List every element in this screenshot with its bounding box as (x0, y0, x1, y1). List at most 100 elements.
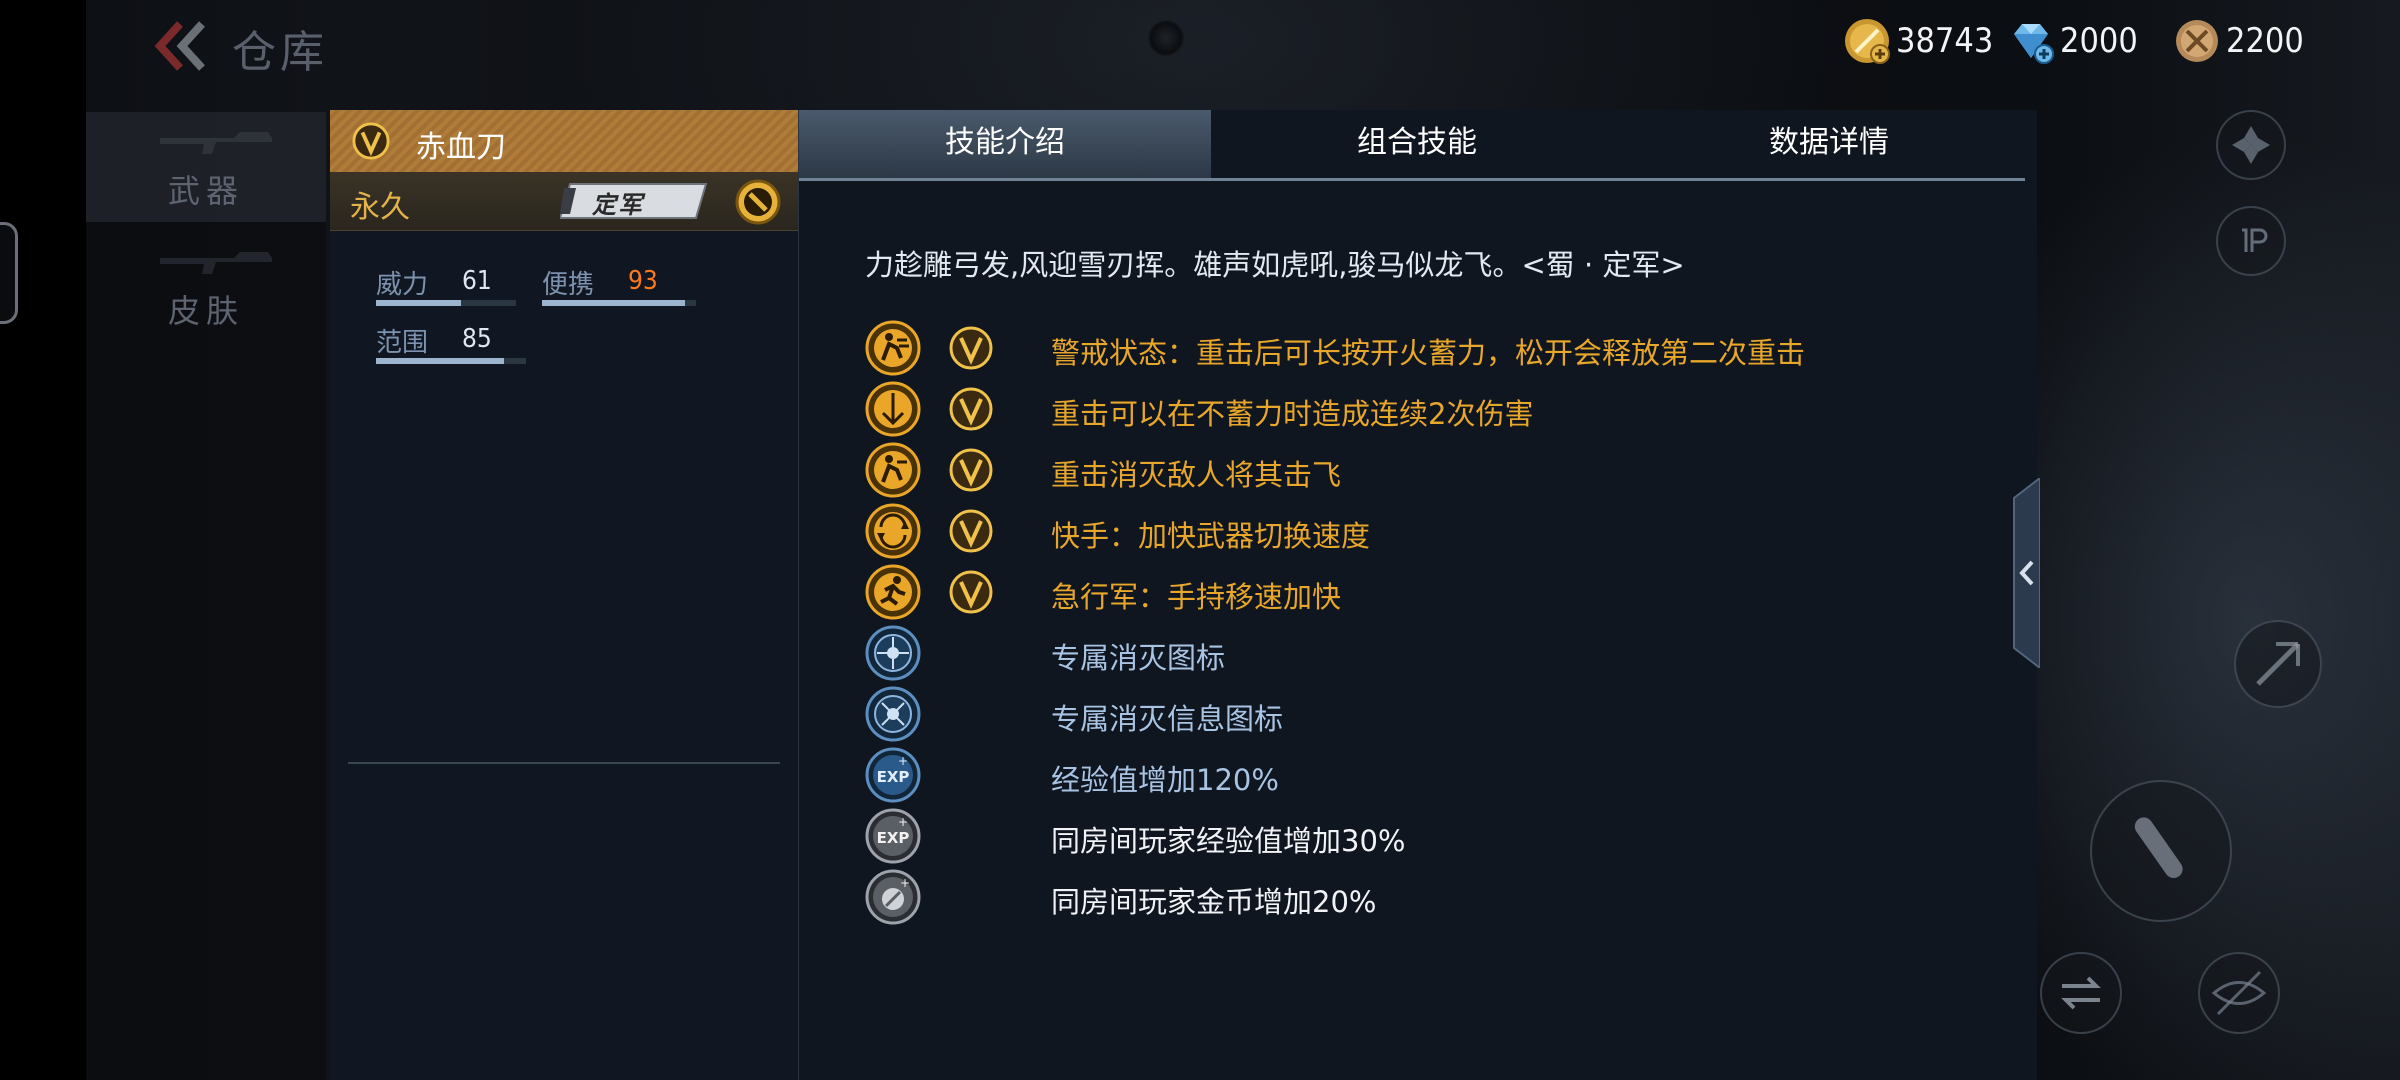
knockback-icon (865, 442, 921, 498)
tab-combo-skills[interactable]: 组合技能 (1211, 110, 1623, 178)
skill-row: 快手：加快武器切换速度 (865, 503, 1985, 559)
skill-text: 专属消灭图标 (1051, 641, 1226, 675)
heavy-strike-icon (865, 320, 921, 376)
category-nav: 武器 皮肤 (86, 112, 326, 1080)
v-rank-badge-icon (949, 509, 993, 553)
back-button[interactable] (146, 18, 226, 74)
diamond-icon (2014, 24, 2054, 64)
side-notch (0, 222, 18, 324)
bullet-icon (2134, 817, 2183, 879)
camera-cutout (1148, 20, 1184, 56)
switch-weapon-button[interactable] (2040, 952, 2122, 1034)
skill-row: + 同房间玩家金币增加20% (865, 869, 1985, 925)
gold-amount: 38743 (1896, 21, 1994, 61)
fire-button[interactable] (2090, 780, 2232, 922)
quality-medal-icon (735, 179, 781, 225)
eye-icon (2211, 970, 2267, 1016)
kill-info-icon (865, 686, 921, 742)
skill-row: 专属消灭信息图标 (865, 686, 1985, 742)
skill-text: 经验值增加120% (1051, 763, 1279, 797)
svg-text:+: + (900, 876, 910, 890)
stat-label-power: 威力 (376, 270, 429, 300)
weapon-duration: 永久 (350, 190, 410, 225)
stat-bar-portability (542, 300, 685, 306)
skill-row: EXP + 同房间玩家经验值增加30% (865, 808, 1985, 864)
stat-bar-range (376, 358, 504, 364)
v-rank-badge-icon (949, 387, 993, 431)
nav-label-weapons: 武器 (167, 172, 244, 210)
kill-icon (865, 625, 921, 681)
collapse-panel-button[interactable] (2006, 478, 2040, 668)
page-title: 仓库 (232, 27, 328, 78)
skill-row: 急行军：手持移速加快 (865, 564, 1985, 620)
weapon-description: 力趁雕弓发,风迎雪刃挥。雄声如虎吼,骏马似龙飞。<蜀 · 定军> (865, 248, 1685, 282)
skill-detail-panel: 技能介绍 组合技能 数据详情 力趁雕弓发,风迎雪刃挥。雄声如虎吼,骏马似龙飞。<… (798, 110, 2037, 1080)
crosshair-icon (2232, 126, 2270, 164)
detail-tabs: 技能介绍 组合技能 数据详情 (799, 110, 2025, 181)
panel-divider (348, 762, 780, 764)
nav-item-weapons[interactable]: 武器 (86, 112, 326, 222)
skill-row: 警戒状态：重击后可长按开火蓄力，松开会释放第二次重击 (865, 320, 1985, 376)
skin-rifle-icon (160, 252, 272, 274)
skill-text: 快手：加快武器切换速度 (1051, 519, 1371, 553)
sprint-icon (865, 564, 921, 620)
weapon-info-panel: 赤血刀 永久 定军 威力 61 便携 93 范围 85 (330, 110, 799, 1080)
v-rank-badge-icon (949, 326, 993, 370)
swap-icon (2061, 976, 2101, 1010)
skill-text: 警戒状态：重击后可长按开火蓄力，松开会释放第二次重击 (1051, 336, 1806, 370)
skill-text: 专属消灭信息图标 (1051, 702, 1284, 736)
melee-icon (2256, 642, 2300, 686)
skill-row: 重击可以在不蓄力时造成连续2次伤害 (865, 381, 1985, 437)
skill-row: 专属消灭图标 (865, 625, 1985, 681)
skill-text: 同房间玩家金币增加20% (1051, 885, 1377, 919)
skill-text: 重击可以在不蓄力时造成连续2次伤害 (1051, 397, 1534, 431)
rank-label: 定军 (592, 191, 644, 219)
skill-row: 重击消灭敌人将其击飞 (865, 442, 1985, 498)
tab-skill-intro[interactable]: 技能介绍 (799, 110, 1211, 178)
room-coin-icon: + (865, 869, 921, 925)
v-rank-badge-icon (949, 448, 993, 492)
currency-gold[interactable]: 38743 (1842, 16, 1993, 66)
stat-value-portability: 93 (628, 266, 658, 296)
svg-text:EXP: EXP (877, 768, 910, 786)
svg-text:+: + (898, 815, 908, 829)
v-rank-badge-icon (352, 122, 390, 160)
svg-text:EXP: EXP (877, 829, 910, 847)
stat-range: 范围 85 (376, 322, 536, 376)
rifle-icon (160, 132, 272, 154)
skill-text: 重击消灭敌人将其击飞 (1051, 458, 1342, 492)
exp-icon: EXP + (865, 747, 921, 803)
honor-amount: 2200 (2226, 21, 2304, 61)
gold-coin-icon (1845, 19, 1890, 64)
stat-value-range: 85 (462, 324, 492, 354)
honor-coin-icon (2176, 20, 2218, 62)
weapon-name-bar: 赤血刀 (330, 110, 798, 173)
stat-label-portability: 便携 (542, 270, 595, 300)
currency-honor[interactable]: 2200 (2172, 16, 2304, 66)
perspective-button[interactable] (2216, 206, 2286, 276)
stat-label-range: 范围 (376, 328, 429, 358)
crosshair-button[interactable] (2216, 110, 2286, 180)
tab-data-details[interactable]: 数据详情 (1623, 110, 2035, 178)
stat-value-power: 61 (462, 266, 492, 296)
skill-text: 同房间玩家经验值增加30% (1051, 824, 1406, 858)
stat-power: 威力 61 (376, 264, 516, 318)
first-person-icon (2242, 228, 2268, 252)
room-exp-icon: EXP + (865, 808, 921, 864)
diamond-amount: 2000 (2060, 21, 2138, 61)
weapon-name: 赤血刀 (416, 130, 506, 165)
melee-button[interactable] (2234, 620, 2322, 708)
double-damage-icon (865, 381, 921, 437)
scope-button[interactable] (2198, 952, 2280, 1034)
stat-portability: 便携 93 (542, 264, 702, 318)
nav-item-skins[interactable]: 皮肤 (86, 232, 326, 342)
svg-text:+: + (898, 754, 908, 768)
nav-label-skins: 皮肤 (167, 292, 244, 330)
skill-row: EXP + 经验值增加120% (865, 747, 1985, 803)
quick-switch-icon (865, 503, 921, 559)
left-black-strip (0, 0, 86, 1080)
currency-diamond[interactable]: 2000 (2006, 16, 2138, 66)
double-chevron-left-icon (154, 21, 205, 71)
v-rank-badge-icon (949, 570, 993, 614)
weapon-meta-bar: 永久 定军 (330, 172, 798, 231)
